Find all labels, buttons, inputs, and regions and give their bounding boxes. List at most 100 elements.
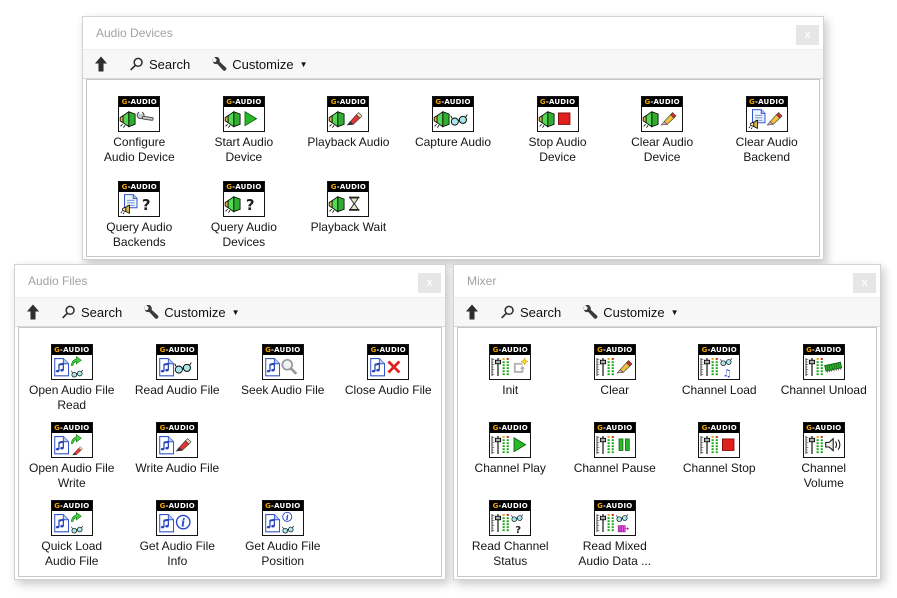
search-button[interactable]: Search (61, 305, 122, 320)
palette-item-channel-pause[interactable]: G-AUDIO Channel Pause (563, 422, 668, 476)
vi-icon-banner: G-AUDIO (595, 423, 635, 433)
palette-item-label: Close Audio File (345, 383, 432, 398)
palette-item-read-audio-file[interactable]: G-AUDIO Read Audio File (125, 344, 231, 398)
close-button[interactable]: x (796, 25, 819, 45)
palette-item-query-audio-backends[interactable]: G-AUDIO ?Query AudioBackends (87, 181, 192, 250)
search-button[interactable]: Search (500, 305, 561, 320)
palette-item-stop-audio-device[interactable]: G-AUDIO Stop AudioDevice (505, 96, 610, 165)
palette-item-configure-audio-device[interactable]: G-AUDIO ConfigureAudio Device (87, 96, 192, 165)
vi-icon-art (119, 107, 159, 131)
palette-toolbar: Search Customize ▼ (83, 49, 823, 79)
palette-item-channel-unload[interactable]: G-AUDIO Channel Unload (772, 344, 877, 398)
palette-item-label: Open Audio FileRead (29, 383, 114, 413)
customize-label: Customize (603, 305, 664, 320)
title-bar[interactable]: Audio Devices x (83, 17, 823, 49)
search-icon (61, 305, 76, 320)
palette-item-write-audio-file[interactable]: G-AUDIO Write Audio File (125, 422, 231, 476)
palette-item-read-channel-status[interactable]: G-AUDIO ?Read ChannelStatus (458, 500, 563, 569)
vi-icon-art (747, 107, 787, 131)
palette-row: G-AUDIO Quick LoadAudio FileG-AUDIO iGet… (19, 500, 441, 577)
palette-item-close-audio-file[interactable]: G-AUDIO Close Audio File (336, 344, 442, 398)
customize-label: Customize (164, 305, 225, 320)
vi-icon-banner: G-AUDIO (642, 97, 682, 107)
palette-item-read-mixed-audio-data[interactable]: G-AUDIO Read MixedAudio Data ... (563, 500, 668, 569)
palette-item-seek-audio-file[interactable]: G-AUDIO Seek Audio File (230, 344, 336, 398)
vi-icon-art (52, 511, 92, 535)
palette-item-start-audio-device[interactable]: G-AUDIO Start AudioDevice (192, 96, 297, 165)
vi-icon-art (595, 355, 635, 379)
palette-item-open-audio-file-write[interactable]: G-AUDIO Open Audio FileWrite (19, 422, 125, 491)
close-button[interactable]: x (418, 273, 441, 293)
up-level-button[interactable] (94, 56, 108, 72)
vi-icon: G-AUDIO (51, 500, 93, 536)
vi-icon: G-AUDIO (641, 96, 683, 132)
vi-icon: G-AUDIO (367, 344, 409, 380)
vi-icon-banner: G-AUDIO (595, 501, 635, 511)
palette-item-open-audio-file-read[interactable]: G-AUDIO Open Audio FileRead (19, 344, 125, 413)
vi-icon: G-AUDIO (489, 344, 531, 380)
palette-item-clear-audio-device[interactable]: G-AUDIO Clear AudioDevice (610, 96, 715, 165)
palette-item-channel-stop[interactable]: G-AUDIO Channel Stop (667, 422, 772, 476)
window-title: Audio Files (28, 274, 87, 288)
close-button[interactable]: x (853, 273, 876, 293)
vi-icon-art: i (263, 511, 303, 535)
vi-icon-art (52, 355, 92, 379)
palette-row: G-AUDIO Channel PlayG-AUDIO Channel Paus… (458, 422, 876, 500)
palette-item-label: Capture Audio (415, 135, 491, 150)
vi-icon-banner: G-AUDIO (119, 182, 159, 192)
search-button[interactable]: Search (129, 57, 190, 72)
vi-icon: G-AUDIO (594, 344, 636, 380)
customize-button[interactable]: Customize ▼ (211, 57, 307, 72)
vi-icon: G-AUDIO (118, 96, 160, 132)
search-label: Search (81, 305, 122, 320)
palette-content: G-AUDIO ConfigureAudio DeviceG-AUDIO Sta… (86, 79, 820, 257)
customize-button[interactable]: Customize ▼ (143, 305, 239, 320)
vi-icon-banner: G-AUDIO (52, 345, 92, 355)
palette-item-get-audio-file-position[interactable]: G-AUDIO iGet Audio FilePosition (230, 500, 336, 569)
vi-icon: G-AUDIO (156, 344, 198, 380)
customize-button[interactable]: Customize ▼ (582, 305, 678, 320)
palette-item-clear[interactable]: G-AUDIO Clear (563, 344, 668, 398)
palette-item-capture-audio[interactable]: G-AUDIO Capture Audio (401, 96, 506, 150)
window-title: Mixer (467, 274, 496, 288)
palette-item-get-audio-file-info[interactable]: G-AUDIO iGet Audio FileInfo (125, 500, 231, 569)
search-icon (500, 305, 515, 320)
vi-icon: G-AUDIO ? (489, 500, 531, 536)
palette-row: G-AUDIO Open Audio FileReadG-AUDIO Read … (19, 344, 441, 422)
palette-item-label: Init (502, 383, 518, 398)
palette-window-mixer: Mixer x Search Customize ▼ G-AUDIO InitG… (453, 264, 881, 580)
palette-item-playback-audio[interactable]: G-AUDIO Playback Audio (296, 96, 401, 150)
title-bar[interactable]: Mixer x (454, 265, 880, 297)
title-bar[interactable]: Audio Files x (15, 265, 445, 297)
palette-item-playback-wait[interactable]: G-AUDIO Playback Wait (296, 181, 401, 235)
svg-text:i: i (286, 513, 289, 522)
palette-item-init[interactable]: G-AUDIO Init (458, 344, 563, 398)
vi-icon-banner: G-AUDIO (224, 182, 264, 192)
palette-item-channel-volume[interactable]: G-AUDIO ChannelVolume (772, 422, 877, 491)
up-level-button[interactable] (465, 304, 479, 320)
up-arrow-icon (465, 304, 479, 320)
chevron-down-icon: ▼ (300, 60, 308, 69)
vi-icon-art (328, 107, 368, 131)
palette-item-channel-play[interactable]: G-AUDIO Channel Play (458, 422, 563, 476)
vi-icon-banner: G-AUDIO (368, 345, 408, 355)
up-level-button[interactable] (26, 304, 40, 320)
palette-item-label: Open Audio FileWrite (29, 461, 114, 491)
palette-item-label: Clear AudioDevice (631, 135, 693, 165)
vi-icon-art (490, 355, 530, 379)
vi-icon: G-AUDIO ? (223, 181, 265, 217)
palette-item-label: Playback Wait (311, 220, 387, 235)
palette-window-audio-files: Audio Files x Search Customize ▼ G-AUDIO… (14, 264, 446, 580)
palette-row: G-AUDIO Open Audio FileWriteG-AUDIO Writ… (19, 422, 441, 500)
palette-item-channel-load[interactable]: G-AUDIO ♫Channel Load (667, 344, 772, 398)
palette-item-quick-load-audio-file[interactable]: G-AUDIO Quick LoadAudio File (19, 500, 125, 569)
vi-icon-art (699, 433, 739, 457)
palette-item-query-audio-devices[interactable]: G-AUDIO ?Query AudioDevices (192, 181, 297, 250)
customize-label: Customize (232, 57, 293, 72)
palette-item-clear-audio-backend[interactable]: G-AUDIO Clear AudioBackend (714, 96, 819, 165)
vi-icon-art (433, 107, 473, 131)
svg-text:?: ? (516, 525, 522, 535)
vi-icon-art (157, 355, 197, 379)
vi-icon-banner: G-AUDIO (595, 345, 635, 355)
vi-icon-art (538, 107, 578, 131)
